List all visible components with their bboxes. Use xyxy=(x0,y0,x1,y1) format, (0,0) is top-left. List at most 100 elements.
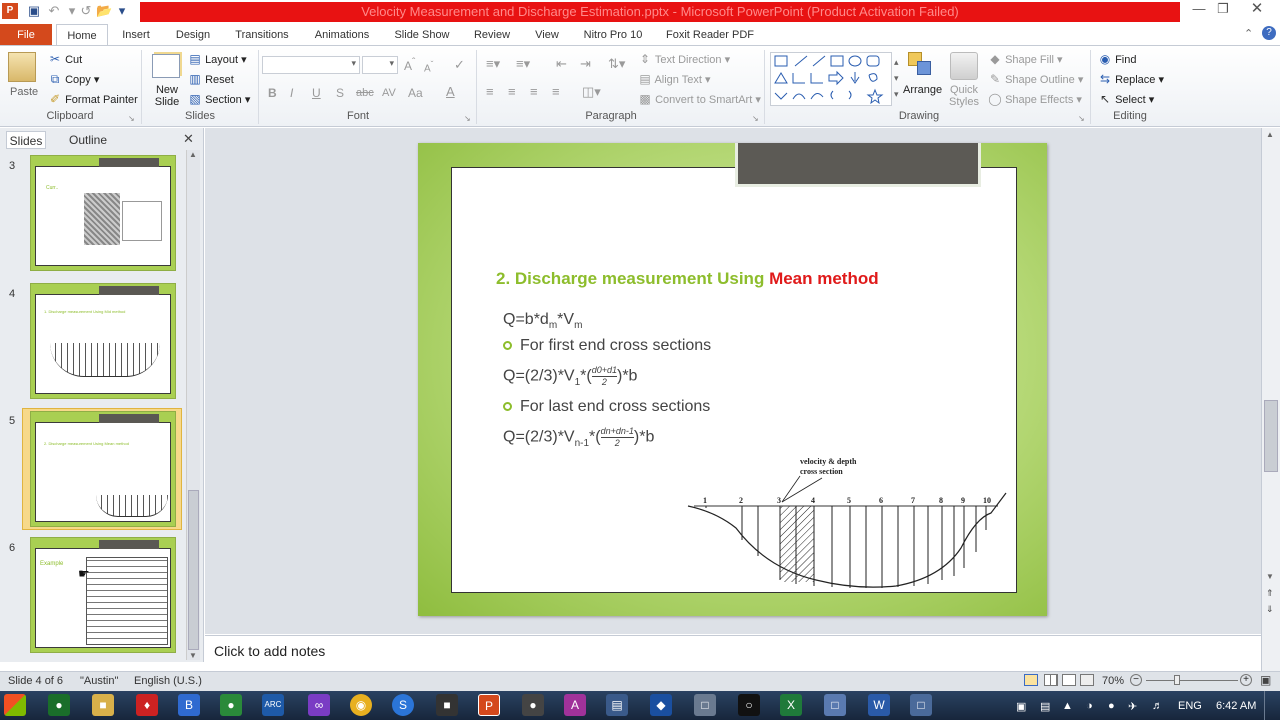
select-row[interactable]: ↖ Select ▾ xyxy=(1098,92,1154,106)
tray-icon-1[interactable]: ▣ xyxy=(1016,700,1026,713)
quick-styles-icon[interactable] xyxy=(950,52,978,80)
visual-studio-icon[interactable]: ∞ xyxy=(308,694,330,716)
normal-view-icon[interactable] xyxy=(1024,674,1038,686)
copy-dropdown-icon[interactable]: ▾ xyxy=(94,74,100,86)
formula-line-2[interactable]: Q=(2/3)*V1*(d0+d1 2)*b xyxy=(503,365,637,388)
formula-line-3[interactable]: Q=(2/3)*Vn-1*(dn+dn-1 2)*b xyxy=(503,426,654,449)
app-icon-1[interactable]: ● xyxy=(48,694,70,716)
find-button[interactable]: Find xyxy=(1115,54,1136,66)
airplane-icon[interactable]: ✈ xyxy=(1128,700,1137,713)
app-icon-3[interactable]: ♦ xyxy=(136,694,158,716)
app-icon-6[interactable]: ARC xyxy=(262,694,284,716)
cross-section-diagram[interactable]: 1 2 3 4 5 6 7 8 9 10 xyxy=(686,468,1011,598)
slide-thumbnail-6[interactable]: Example xyxy=(30,537,176,653)
tab-foxit[interactable]: Foxit Reader PDF xyxy=(660,24,760,46)
close-window-button[interactable]: ✕ xyxy=(1240,0,1274,20)
pane-scrollbar[interactable]: ▲ ▼ xyxy=(186,150,200,660)
bullet-last-end[interactable]: For last end cross sections xyxy=(503,398,710,416)
notes-placeholder[interactable]: Click to add notes xyxy=(214,643,325,659)
tab-slides[interactable]: Slides xyxy=(6,131,46,149)
paste-button[interactable]: Paste xyxy=(10,86,38,98)
format-painter-button[interactable]: Format Painter xyxy=(65,94,138,106)
cut-button[interactable]: Cut xyxy=(65,54,82,66)
notes-pane[interactable] xyxy=(205,635,1261,671)
reading-view-icon[interactable] xyxy=(1062,674,1076,686)
theme-name[interactable]: "Austin" xyxy=(80,675,118,687)
align-center-icon[interactable]: ≡ xyxy=(508,84,516,99)
clear-formatting-icon[interactable]: ✓ xyxy=(454,57,465,73)
find-row[interactable]: ◉ Find xyxy=(1098,52,1137,66)
italic-button[interactable]: I xyxy=(290,86,293,100)
app-icon-12[interactable]: ● xyxy=(522,694,544,716)
tray-icon-5[interactable]: ● xyxy=(1108,700,1115,712)
fit-to-window-icon[interactable]: ▣ xyxy=(1260,673,1271,687)
strikethrough-button[interactable]: abc xyxy=(356,87,374,99)
font-color-button[interactable]: A xyxy=(446,84,455,99)
file-explorer-icon[interactable]: ■ xyxy=(92,694,114,716)
section-row[interactable]: ▧ Section ▾ xyxy=(188,92,250,106)
reset-button[interactable]: Reset xyxy=(205,74,234,86)
align-right-icon[interactable]: ≡ xyxy=(530,84,538,99)
copy-button[interactable]: Copy xyxy=(65,74,91,86)
tray-icon-4[interactable]: ◑ xyxy=(1086,700,1093,712)
start-icon[interactable] xyxy=(4,694,26,716)
slide-thumbnail-4[interactable]: 1. Discharge measurement Using Mid metho… xyxy=(30,283,176,399)
tab-review[interactable]: Review xyxy=(468,24,516,46)
tab-view[interactable]: View xyxy=(528,24,566,46)
app-icon-13[interactable]: A xyxy=(564,694,586,716)
language-indicator[interactable]: English (U.S.) xyxy=(134,675,202,687)
shapes-gallery-scroll[interactable]: ▴ ▾ ▾ xyxy=(894,54,899,102)
app-icon-5[interactable]: ● xyxy=(220,694,242,716)
align-left-icon[interactable]: ≡ xyxy=(486,84,494,99)
tab-slide-show[interactable]: Slide Show xyxy=(388,24,456,46)
tab-animations[interactable]: Animations xyxy=(308,24,376,46)
quick-styles-button[interactable]: Quick Styles xyxy=(946,84,982,108)
align-text-row[interactable]: ▤ Align Text ▾ xyxy=(638,72,710,86)
font-size-dropdown[interactable]: ▾ xyxy=(362,56,398,74)
justify-icon[interactable]: ≡ xyxy=(552,84,560,99)
shape-effects-row[interactable]: ◯ Shape Effects ▾ xyxy=(988,92,1082,106)
terminal-icon[interactable]: ○ xyxy=(738,694,760,716)
layout-row[interactable]: ▤ Layout ▾ xyxy=(188,52,246,66)
slide-thumbnail-3[interactable]: Curr.. xyxy=(30,155,176,271)
slide-canvas[interactable]: 2. Discharge measurement Using Mean meth… xyxy=(418,143,1047,616)
shape-outline-row[interactable]: ✎ Shape Outline ▾ xyxy=(988,72,1083,86)
app-icon-21[interactable]: □ xyxy=(910,694,932,716)
close-pane-icon[interactable]: ✕ xyxy=(183,131,194,147)
clock[interactable]: 6:42 AM xyxy=(1216,700,1256,712)
tab-transitions[interactable]: Transitions xyxy=(230,24,294,46)
clipboard-launcher-icon[interactable]: ↘ xyxy=(128,114,135,123)
zoom-slider[interactable] xyxy=(1146,680,1238,681)
replace-button[interactable]: Replace xyxy=(1115,74,1155,86)
app-icon-14[interactable]: ▤ xyxy=(606,694,628,716)
tray-icon-3[interactable]: ▲ xyxy=(1062,700,1073,712)
decrease-indent-icon[interactable]: ⇤ xyxy=(556,56,567,72)
arrange-button[interactable]: Arrange xyxy=(903,84,942,96)
save-icon[interactable]: ▣ xyxy=(26,3,42,19)
reset-row[interactable]: ▥ Reset xyxy=(188,72,234,86)
numbering-icon[interactable]: ≡▾ xyxy=(516,56,530,72)
slide-thumbnail-5[interactable]: 2. Discharge measurement Using Mean meth… xyxy=(30,411,176,527)
shape-fill-row[interactable]: ◆ Shape Fill ▾ xyxy=(988,52,1062,66)
app-icon-19[interactable]: □ xyxy=(824,694,846,716)
grow-font-icon[interactable]: Aˆ xyxy=(404,57,415,73)
help-icon[interactable]: ? xyxy=(1262,26,1276,40)
show-desktop-button[interactable] xyxy=(1264,691,1280,720)
paragraph-launcher-icon[interactable]: ↘ xyxy=(752,114,759,123)
shield-icon[interactable]: ◆ xyxy=(650,694,672,716)
format-painter-row[interactable]: ✐ Format Painter xyxy=(48,92,138,106)
select-button[interactable]: Select xyxy=(1115,94,1146,106)
arrange-icon[interactable] xyxy=(908,52,934,78)
new-slide-button[interactable]: New Slide xyxy=(150,84,184,108)
tab-home[interactable]: Home xyxy=(56,24,108,46)
undo-icon[interactable]: ↶ xyxy=(46,3,62,19)
tab-insert[interactable]: Insert xyxy=(114,24,158,46)
replace-row[interactable]: ⇆ Replace ▾ xyxy=(1098,72,1164,86)
shrink-font-icon[interactable]: Aˇ xyxy=(424,59,433,74)
powerpoint-taskbar-icon[interactable]: P xyxy=(478,694,500,716)
restore-button[interactable]: ❐ xyxy=(1206,0,1240,20)
open-icon[interactable]: 📂 xyxy=(96,3,112,19)
cut-row[interactable]: ✂ Cut xyxy=(48,52,82,66)
app-icon-16[interactable]: □ xyxy=(694,694,716,716)
bullets-icon[interactable]: ≡▾ xyxy=(486,56,500,72)
